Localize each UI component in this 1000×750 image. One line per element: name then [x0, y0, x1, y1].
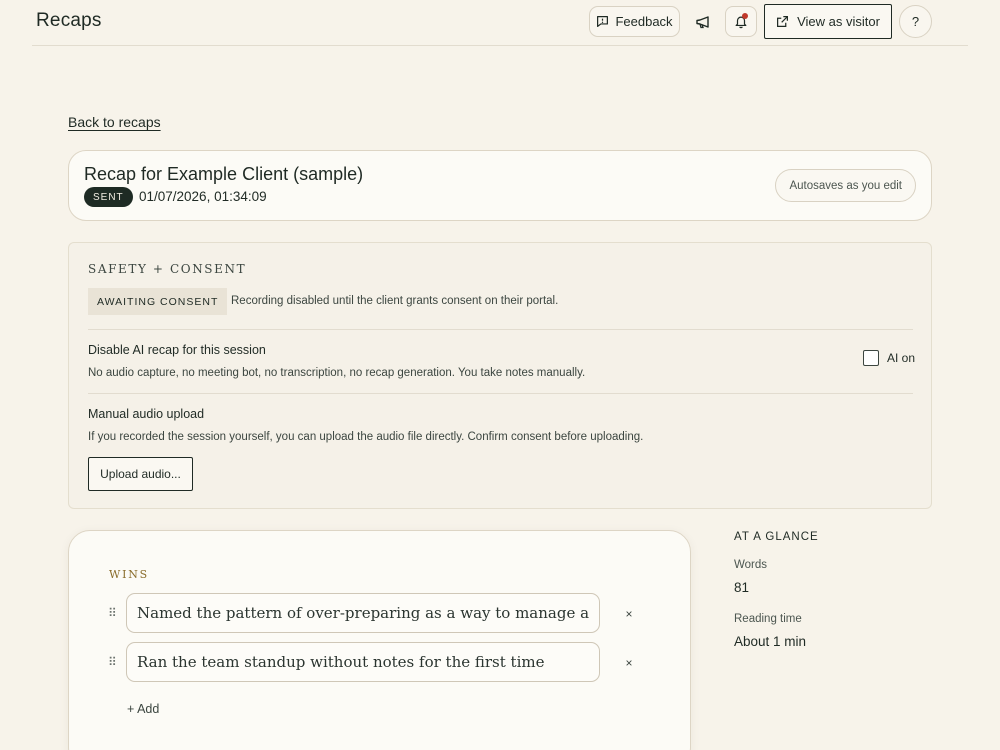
disable-ai-description: No audio capture, no meeting bot, no tra… — [88, 367, 586, 379]
add-win-button[interactable]: + Add — [127, 702, 159, 716]
words-label: Words — [734, 559, 768, 571]
wins-card: WINS ⠿ × ⠿ × + Add — [68, 530, 691, 750]
ai-on-checkbox[interactable]: AI on — [863, 350, 915, 366]
feedback-icon — [597, 16, 609, 27]
megaphone-icon — [696, 15, 709, 28]
wins-heading: WINS — [109, 568, 150, 581]
ai-on-label: AI on — [887, 351, 916, 365]
words-value: 81 — [734, 580, 750, 595]
help-button[interactable]: ? — [899, 5, 932, 38]
manual-upload-description: If you recorded the session yourself, yo… — [88, 431, 644, 443]
drag-handle-icon[interactable]: ⠿ — [108, 607, 118, 619]
notifications-button[interactable] — [725, 6, 757, 37]
view-as-visitor-button[interactable]: View as visitor — [764, 4, 892, 39]
announcements-button[interactable] — [686, 6, 720, 37]
win-input-1[interactable] — [126, 593, 600, 633]
upload-audio-button[interactable]: Upload audio... — [88, 457, 193, 491]
drag-handle-icon[interactable]: ⠿ — [108, 656, 118, 668]
win-input-2[interactable] — [126, 642, 600, 682]
recap-title: Recap for Example Client (sample) — [84, 164, 364, 184]
reading-time-value: About 1 min — [734, 634, 807, 649]
recap-timestamp: 01/07/2026, 01:34:09 — [139, 189, 267, 204]
consent-status-text: Recording disabled until the client gran… — [231, 295, 559, 307]
close-icon[interactable]: × — [623, 607, 635, 621]
page-title: Recaps — [36, 10, 102, 31]
notification-dot — [742, 13, 748, 19]
safety-heading: SAFETY + CONSENT — [88, 262, 247, 276]
external-link-icon — [777, 16, 789, 27]
checkbox-box[interactable] — [863, 350, 879, 366]
glance-title: AT A GLANCE — [734, 531, 819, 543]
close-icon[interactable]: × — [623, 656, 635, 670]
feedback-label: Feedback — [615, 14, 673, 29]
recap-header-card: Recap for Example Client (sample) SENT 0… — [68, 150, 932, 221]
divider — [88, 329, 913, 330]
back-to-recaps-link[interactable]: Back to recaps — [68, 114, 161, 130]
status-badge: SENT — [84, 187, 133, 207]
divider — [88, 393, 913, 394]
safety-consent-panel: SAFETY + CONSENT AWAITING CONSENT Record… — [68, 242, 932, 509]
feedback-button[interactable]: Feedback — [589, 6, 680, 37]
consent-status-badge: AWAITING CONSENT — [88, 288, 228, 315]
view-as-visitor-label: View as visitor — [797, 14, 880, 29]
reading-time-label: Reading time — [734, 613, 802, 625]
disable-ai-title: Disable AI recap for this session — [88, 343, 266, 357]
autosave-indicator: Autosaves as you edit — [775, 169, 916, 202]
manual-upload-title: Manual audio upload — [88, 407, 205, 421]
